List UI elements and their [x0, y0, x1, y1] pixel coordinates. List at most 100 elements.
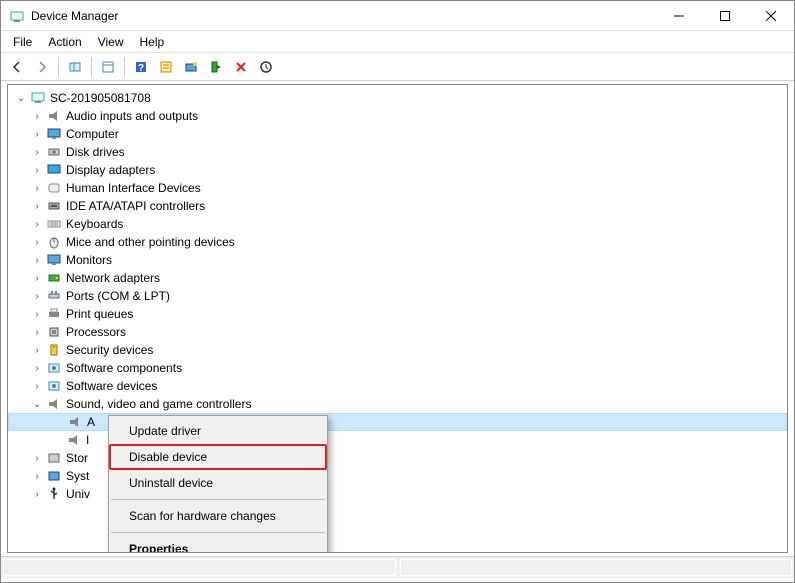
chevron-right-icon[interactable]: ›: [30, 379, 44, 393]
chevron-right-icon[interactable]: ›: [30, 343, 44, 357]
ctx-properties[interactable]: Properties: [109, 536, 327, 553]
device-label: I: [86, 433, 89, 447]
tree-category[interactable]: › Human Interface Devices: [8, 179, 787, 197]
chevron-right-icon[interactable]: ›: [30, 199, 44, 213]
network-icon: [46, 270, 62, 286]
menubar: File Action View Help: [1, 31, 794, 53]
system-icon: [46, 468, 62, 484]
disable-device-button[interactable]: [229, 55, 253, 79]
category-label: Sound, video and game controllers: [66, 397, 251, 411]
enable-device-button[interactable]: [204, 55, 228, 79]
chevron-right-icon[interactable]: ›: [30, 451, 44, 465]
category-label: Security devices: [66, 343, 153, 357]
category-label: Software devices: [66, 379, 157, 393]
chevron-down-icon[interactable]: ⌄: [14, 91, 28, 105]
tree-pane: ⌄ SC-201905081708 ›Audio inputs and outp…: [7, 84, 788, 553]
status-cell: [3, 559, 396, 576]
tree-category[interactable]: ›Software components: [8, 359, 787, 377]
storage-icon: [46, 450, 62, 466]
category-label: Print queues: [66, 307, 133, 321]
chevron-right-icon[interactable]: ›: [30, 469, 44, 483]
chevron-right-icon[interactable]: ›: [30, 127, 44, 141]
tree-category[interactable]: › Disk drives: [8, 143, 787, 161]
titlebar: Device Manager: [1, 1, 794, 31]
svg-text:?: ?: [138, 63, 144, 74]
properties-pane-button[interactable]: [96, 55, 120, 79]
ctx-scan-hardware[interactable]: Scan for hardware changes: [109, 503, 327, 529]
toolbar-separator: [91, 57, 92, 77]
keyboard-icon: [46, 216, 62, 232]
chevron-right-icon[interactable]: ›: [30, 163, 44, 177]
chevron-right-icon[interactable]: ›: [30, 307, 44, 321]
maximize-button[interactable]: [702, 1, 748, 31]
tree-category[interactable]: › Security devices: [8, 341, 787, 359]
update-driver-button[interactable]: [254, 55, 278, 79]
mouse-icon: [46, 234, 62, 250]
chevron-right-icon[interactable]: ›: [30, 325, 44, 339]
category-label: Monitors: [66, 253, 112, 267]
chevron-right-icon[interactable]: ›: [30, 289, 44, 303]
menu-action[interactable]: Action: [40, 33, 89, 51]
category-label: Computer: [66, 127, 119, 141]
category-label: Keyboards: [66, 217, 123, 231]
usb-icon: [46, 486, 62, 502]
close-button[interactable]: [748, 1, 794, 31]
chevron-right-icon[interactable]: ›: [30, 235, 44, 249]
tree-category[interactable]: ›Network adapters: [8, 269, 787, 287]
scan-hardware-button[interactable]: [179, 55, 203, 79]
monitor-icon: [46, 126, 62, 142]
help-button[interactable]: ?: [129, 55, 153, 79]
category-label: Stor: [66, 451, 88, 465]
ctx-disable-device[interactable]: Disable device: [111, 446, 325, 468]
highlight-annotation: Disable device: [109, 444, 327, 470]
category-label: Syst: [66, 469, 89, 483]
ctx-uninstall-device[interactable]: Uninstall device: [109, 470, 327, 496]
root-label: SC-201905081708: [50, 91, 151, 105]
tree-category[interactable]: › Computer: [8, 125, 787, 143]
category-label: Human Interface Devices: [66, 181, 201, 195]
show-hidden-button[interactable]: [63, 55, 87, 79]
ide-icon: [46, 198, 62, 214]
tree-category[interactable]: › Print queues: [8, 305, 787, 323]
chevron-right-icon[interactable]: ›: [30, 253, 44, 267]
tree-category[interactable]: › Mice and other pointing devices: [8, 233, 787, 251]
category-label: Ports (COM & LPT): [66, 289, 170, 303]
status-cell: [400, 559, 793, 576]
port-icon: [46, 288, 62, 304]
tree-category[interactable]: › Software devices: [8, 377, 787, 395]
tree-category[interactable]: ›Processors: [8, 323, 787, 341]
tree-category[interactable]: › Ports (COM & LPT): [8, 287, 787, 305]
tree-category[interactable]: ⌄ Sound, video and game controllers: [8, 395, 787, 413]
chevron-right-icon[interactable]: ›: [30, 487, 44, 501]
tree-category[interactable]: ›Display adapters: [8, 161, 787, 179]
chevron-right-icon[interactable]: ›: [30, 361, 44, 375]
menu-help[interactable]: Help: [132, 33, 173, 51]
properties-button[interactable]: [154, 55, 178, 79]
chevron-right-icon[interactable]: ›: [30, 217, 44, 231]
disk-icon: [46, 144, 62, 160]
chevron-right-icon[interactable]: ›: [30, 109, 44, 123]
minimize-button[interactable]: [656, 1, 702, 31]
hid-icon: [46, 180, 62, 196]
chevron-right-icon[interactable]: ›: [30, 181, 44, 195]
tree-category[interactable]: › Keyboards: [8, 215, 787, 233]
chevron-right-icon[interactable]: ›: [30, 145, 44, 159]
menu-view[interactable]: View: [90, 33, 132, 51]
chevron-down-icon[interactable]: ⌄: [30, 397, 44, 411]
tree-category[interactable]: ›Audio inputs and outputs: [8, 107, 787, 125]
tree-root[interactable]: ⌄ SC-201905081708: [8, 89, 787, 107]
tree-category[interactable]: › IDE ATA/ATAPI controllers: [8, 197, 787, 215]
toolbar: ?: [1, 53, 794, 81]
chevron-right-icon[interactable]: ›: [30, 271, 44, 285]
menu-file[interactable]: File: [5, 33, 40, 51]
forward-button[interactable]: [30, 55, 54, 79]
cpu-icon: [46, 324, 62, 340]
category-label: Disk drives: [66, 145, 125, 159]
category-label: Mice and other pointing devices: [66, 235, 235, 249]
toolbar-separator: [58, 57, 59, 77]
category-label: IDE ATA/ATAPI controllers: [66, 199, 205, 213]
printer-icon: [46, 306, 62, 322]
back-button[interactable]: [5, 55, 29, 79]
tree-category[interactable]: › Monitors: [8, 251, 787, 269]
ctx-update-driver[interactable]: Update driver: [109, 418, 327, 444]
